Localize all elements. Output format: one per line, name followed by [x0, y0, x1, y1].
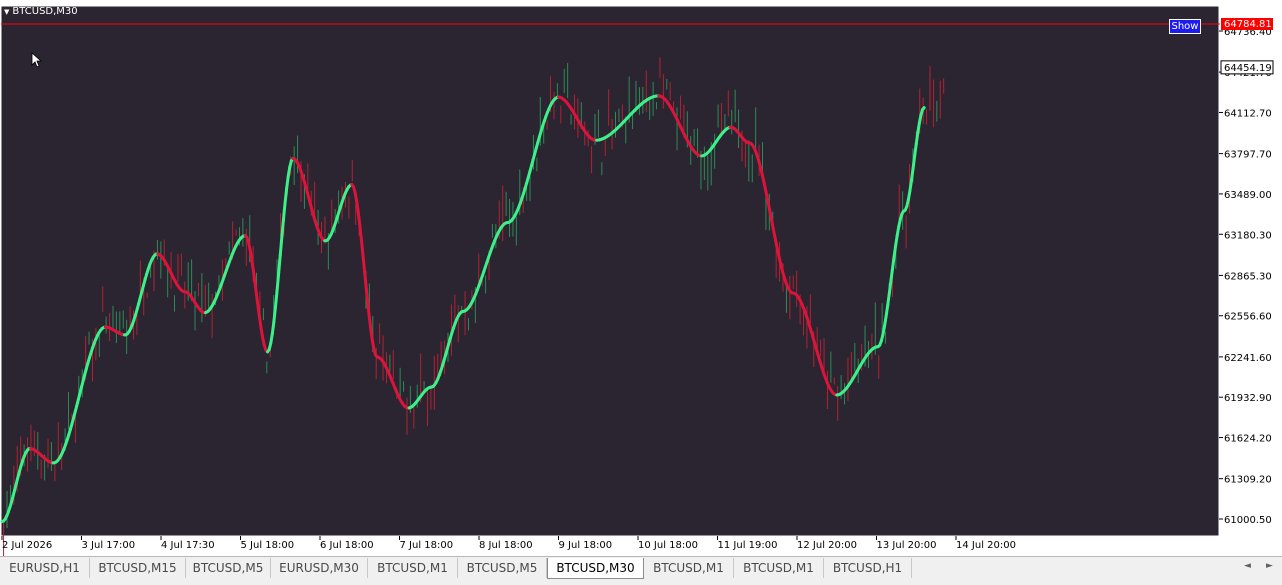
price-tick-label: 62556.60	[1224, 312, 1272, 323]
tab-btcusd-m30[interactable]: BTCUSD,M30	[547, 558, 644, 579]
chart-tabs-bar: EURUSD,H1BTCUSD,M15BTCUSD,M5EURUSD,M30BT…	[0, 556, 1282, 585]
ma-segment	[287, 176, 289, 188]
price-tick-label: 62241.60	[1224, 353, 1272, 364]
tab-btcusd-m5[interactable]: BTCUSD,M5	[186, 558, 271, 578]
ma-segment	[279, 255, 281, 273]
ma-segment	[253, 270, 255, 282]
ma-segment	[260, 318, 262, 329]
ma-segment	[916, 133, 918, 144]
chart-window[interactable]: 64736.4064421.7064112.7063797.7063489.00…	[0, 0, 1282, 556]
ma-segment	[923, 108, 925, 110]
time-tick-label: 14 Jul 20:00	[956, 540, 1016, 551]
ma-segment	[285, 189, 287, 204]
price-tick-label: 61000.50	[1224, 515, 1272, 526]
ma-segment	[366, 287, 368, 303]
ma-segment	[272, 322, 274, 334]
ma-segment	[911, 168, 913, 180]
price-tick-label: 61932.90	[1224, 393, 1272, 404]
ma-segment	[915, 144, 917, 156]
ma-segment	[282, 220, 284, 237]
ma-segment	[894, 246, 896, 257]
ma-segment	[910, 180, 912, 191]
ma-segment	[365, 271, 367, 287]
ma-segment	[255, 281, 257, 293]
arrow-right-icon[interactable]: ►	[1266, 561, 1273, 571]
time-tick-label: 10 Jul 18:00	[638, 540, 698, 551]
price-tick-label: 63180.30	[1224, 230, 1272, 241]
time-tick-label: 4 Jul 17:30	[161, 540, 215, 551]
ma-segment	[252, 259, 254, 270]
ma-segment	[371, 330, 373, 341]
symbol-title[interactable]: ▼ BTCUSD,M30	[4, 6, 78, 17]
tab-btcusd-m15[interactable]: BTCUSD,M15	[90, 558, 186, 578]
ma-segment	[369, 317, 371, 330]
ma-segment	[363, 255, 365, 271]
price-tick-label: 62865.30	[1224, 271, 1272, 282]
ma-segment	[368, 303, 370, 318]
ma-segment	[280, 237, 282, 255]
time-tick-label: 11 Jul 19:00	[718, 540, 778, 551]
arrow-left-icon[interactable]: ◄	[1244, 561, 1251, 571]
symbol-title-label: BTCUSD,M30	[12, 6, 77, 17]
ma-segment	[360, 225, 362, 240]
ma-segment	[358, 212, 360, 225]
tab-eurusd-m30[interactable]: EURUSD,M30	[271, 558, 368, 578]
ma-segment	[361, 239, 363, 255]
triangle-down-icon[interactable]: ▼	[4, 8, 9, 16]
chart-area[interactable]	[1, 6, 1219, 536]
ma-segment	[891, 269, 893, 281]
ma-segment	[357, 201, 359, 212]
tab-btcusd-m5[interactable]: BTCUSD,M5	[458, 558, 547, 578]
time-tick-label: 9 Jul 18:00	[559, 540, 613, 551]
ma-segment	[888, 294, 890, 306]
ma-segment	[896, 236, 898, 246]
price-chart[interactable]: 64736.4064421.7064112.7063797.7063489.00…	[0, 0, 1282, 556]
ma-segment	[913, 156, 915, 168]
price-tick-label: 63797.70	[1224, 150, 1272, 161]
price-tick-label: 63489.00	[1224, 190, 1272, 201]
time-tick-label: 3 Jul 17:00	[82, 540, 136, 551]
ma-segment	[889, 282, 891, 294]
ma-segment	[886, 306, 888, 317]
tab-btcusd-h1[interactable]: BTCUSD,H1	[824, 558, 912, 578]
time-tick-label: 6 Jul 18:00	[320, 540, 374, 551]
ma-segment	[918, 123, 920, 133]
tab-btcusd-m1[interactable]: BTCUSD,M1	[734, 558, 824, 578]
ma-segment	[283, 203, 285, 219]
ma-segment	[256, 294, 258, 306]
tab-btcusd-m1[interactable]: BTCUSD,M1	[368, 558, 458, 578]
time-tick-label: 7 Jul 18:00	[400, 540, 454, 551]
time-tick-label: 2 Jul 2026	[2, 540, 52, 551]
tab-eurusd-h1[interactable]: EURUSD,H1	[0, 558, 90, 578]
time-tick-label: 12 Jul 20:00	[797, 540, 857, 551]
ma-segment	[275, 291, 277, 307]
ma-segment	[892, 257, 894, 269]
time-tick-label: 8 Jul 18:00	[479, 540, 533, 551]
time-tick-label: 5 Jul 18:00	[241, 540, 295, 551]
top-price-label: 64784.81	[1224, 19, 1272, 30]
current-price-label: 64454.19	[1224, 63, 1272, 74]
tab-btcusd-m1[interactable]: BTCUSD,M1	[644, 558, 734, 578]
show-button[interactable]: Show	[1169, 19, 1201, 34]
price-tick-label: 61309.20	[1224, 475, 1272, 486]
mouse-pointer-icon	[31, 52, 43, 68]
time-tick-label: 13 Jul 20:00	[877, 540, 937, 551]
ma-segment	[277, 273, 279, 290]
ma-segment	[258, 306, 260, 318]
price-tick-label: 64112.70	[1224, 108, 1272, 119]
ma-segment	[274, 307, 276, 322]
price-tick-label: 61624.20	[1224, 434, 1272, 445]
